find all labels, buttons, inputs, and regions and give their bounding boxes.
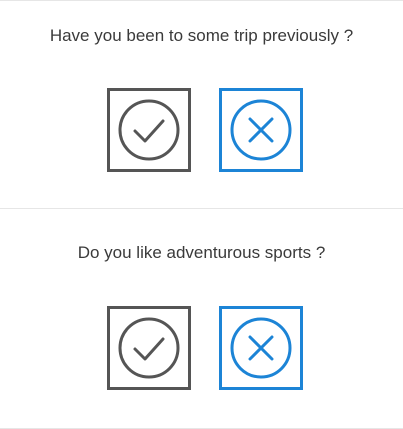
- question-1-no-button[interactable]: [219, 88, 303, 172]
- check-circle-icon: [117, 98, 181, 162]
- x-circle-icon: [229, 316, 293, 380]
- check-circle-icon: [117, 316, 181, 380]
- question-2-no-button[interactable]: [219, 306, 303, 390]
- divider-top: [0, 0, 403, 1]
- divider-middle: [0, 208, 403, 209]
- question-2-answers: [0, 306, 403, 394]
- question-1-text: Have you been to some trip previously ?: [49, 26, 354, 45]
- question-2-text: Do you like adventurous sports ?: [77, 243, 326, 262]
- question-1-yes-button[interactable]: [107, 88, 191, 172]
- question-1-answers: [0, 88, 403, 176]
- question-2-yes-button[interactable]: [107, 306, 191, 390]
- x-circle-icon: [229, 98, 293, 162]
